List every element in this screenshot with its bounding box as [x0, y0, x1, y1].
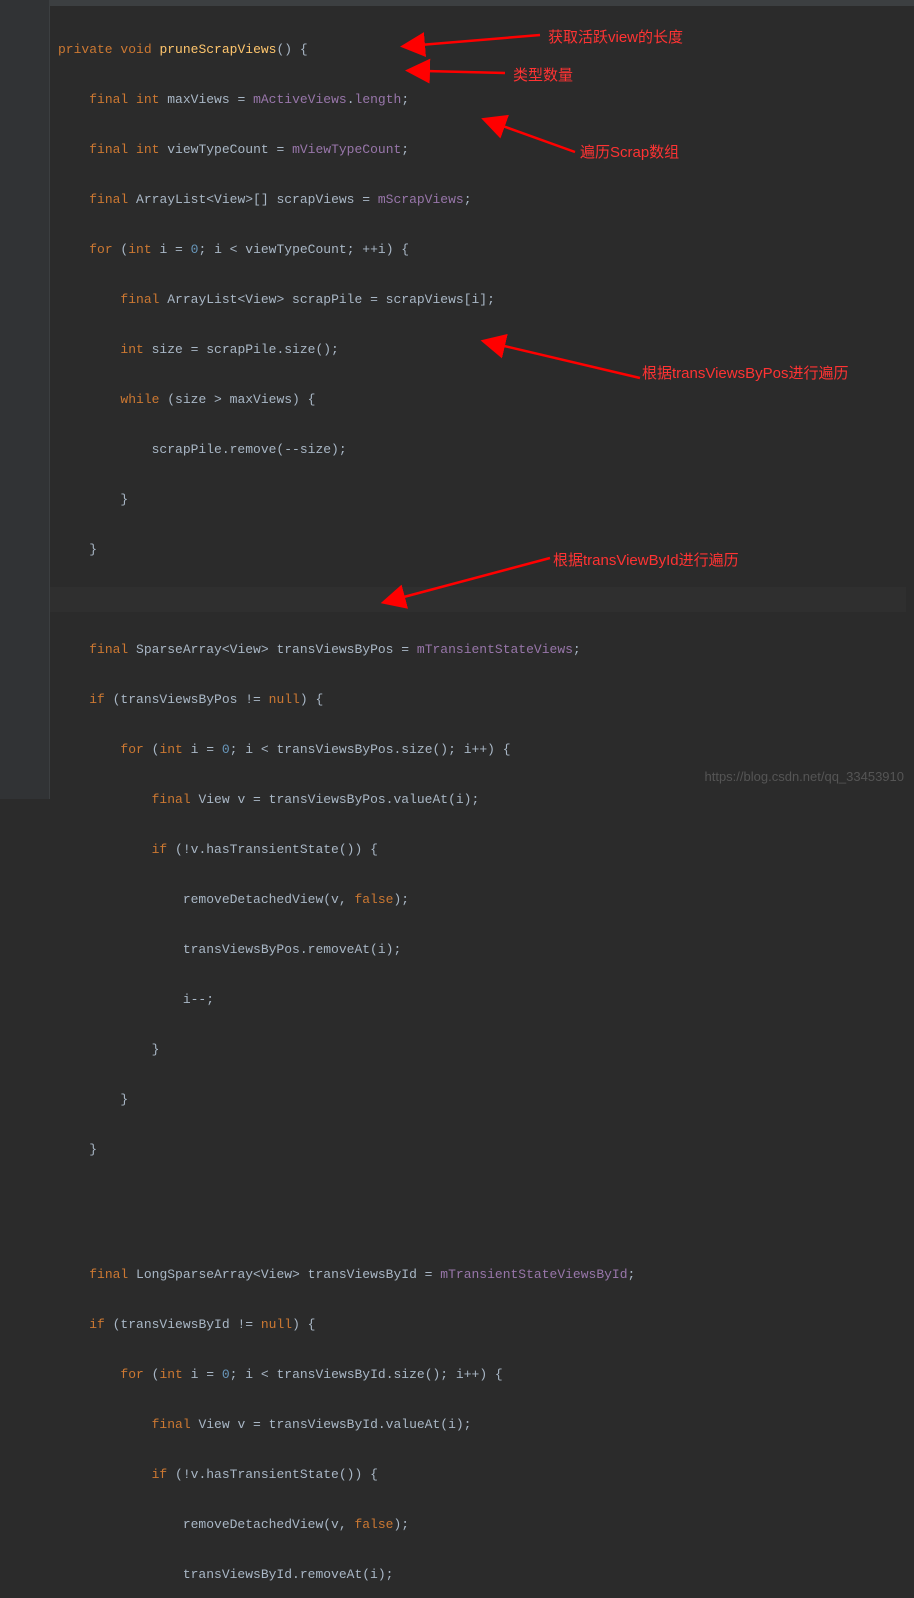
code-line: final int viewTypeCount = mViewTypeCount…	[58, 137, 635, 162]
code-line: if (transViewsById != null) {	[58, 1312, 635, 1337]
editor-gutter	[0, 0, 50, 799]
code-line: removeDetachedView(v, false);	[58, 1512, 635, 1537]
code-line: if (transViewsByPos != null) {	[58, 687, 635, 712]
code-line: final SparseArray<View> transViewsByPos …	[58, 637, 635, 662]
code-line: removeDetachedView(v, false);	[58, 887, 635, 912]
code-line: for (int i = 0; i < viewTypeCount; ++i) …	[58, 237, 635, 262]
code-line: for (int i = 0; i < transViewsByPos.size…	[58, 737, 635, 762]
code-line: scrapPile.remove(--size);	[58, 437, 635, 462]
code-line: }	[58, 487, 635, 512]
code-line: }	[58, 1037, 635, 1062]
annotation-text: 根据transViewsByPos进行遍历	[642, 363, 902, 385]
code-line: final View v = transViewsByPos.valueAt(i…	[58, 787, 635, 812]
code-line	[58, 1212, 635, 1237]
code-line: transViewsByPos.removeAt(i);	[58, 937, 635, 962]
watermark-text: https://blog.csdn.net/qq_33453910	[705, 764, 905, 789]
code-line: if (!v.hasTransientState()) {	[58, 1462, 635, 1487]
code-line: private void pruneScrapViews() {	[58, 37, 635, 62]
code-line: final ArrayList<View> scrapPile = scrapV…	[58, 287, 635, 312]
code-line: final LongSparseArray<View> transViewsBy…	[58, 1262, 635, 1287]
code-line: }	[58, 1087, 635, 1112]
code-line: final View v = transViewsById.valueAt(i)…	[58, 1412, 635, 1437]
code-line: }	[58, 537, 635, 562]
code-line	[58, 587, 635, 612]
code-line: i--;	[58, 987, 635, 1012]
code-editor[interactable]: private void pruneScrapViews() { final i…	[50, 0, 635, 1598]
code-line: while (size > maxViews) {	[58, 387, 635, 412]
code-line: int size = scrapPile.size();	[58, 337, 635, 362]
code-line: final int maxViews = mActiveViews.length…	[58, 87, 635, 112]
code-line: final ArrayList<View>[] scrapViews = mSc…	[58, 187, 635, 212]
code-line: for (int i = 0; i < transViewsById.size(…	[58, 1362, 635, 1387]
code-line: if (!v.hasTransientState()) {	[58, 837, 635, 862]
code-line: }	[58, 1137, 635, 1162]
code-line: transViewsById.removeAt(i);	[58, 1562, 635, 1587]
